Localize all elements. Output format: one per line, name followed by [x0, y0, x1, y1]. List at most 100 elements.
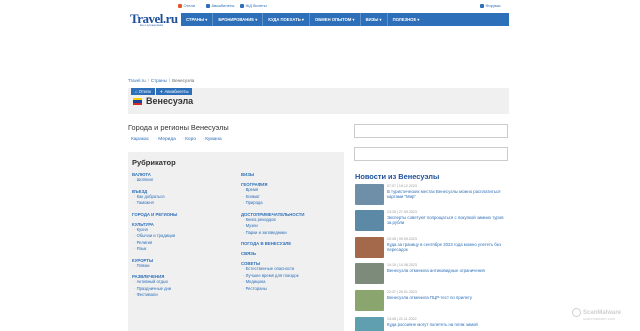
venezuela-flag-icon [133, 98, 142, 105]
breadcrumb-home[interactable]: Travel.ru [128, 78, 146, 83]
news-item[interactable]: 13:45 | 21.11.2022 Куда россияне могут по… [355, 317, 509, 331]
rubricator-link[interactable]: Пляжи [132, 263, 177, 270]
rubricator-heading[interactable]: СВЯЗЬ [241, 251, 304, 256]
rubricator-link[interactable]: Рестораны [241, 286, 304, 293]
breadcrumb: Travel.ru / Страны / Венесуэла [128, 78, 195, 83]
news-date: 13:45 | 21.11.2022 [387, 317, 417, 321]
rubricator-section: КУРОРТЫПляжи [132, 258, 177, 270]
rubricator-heading[interactable]: ДОСТОПРИМЕЧАТЕЛЬНОСТИ [241, 212, 304, 217]
rubricator-section: ГОРОДА И РЕГИОНЫ [132, 212, 177, 217]
region-link[interactable]: Каракас [131, 137, 149, 142]
news-date: 07:07 | 18.12.2023 [387, 184, 417, 188]
news-date: 13:35 | 27.09.2023 [387, 210, 417, 214]
news-headline[interactable]: Эксперты советуют попрощаться с покупкой… [387, 215, 509, 226]
rubricator-link[interactable]: Язык [132, 246, 177, 253]
top-link-avia[interactable]: Авиабилеты [206, 3, 234, 8]
news-thumbnail[interactable] [355, 210, 384, 231]
logo-tagline: все о путешествиях [140, 23, 163, 27]
rubricator-heading[interactable]: ПОГОДА В ВЕНЕСУЭЛЕ [241, 241, 304, 246]
country-panel: ⌂ Отели ✈ Авиабилеты Венесуэла [128, 88, 509, 114]
news-headline[interactable]: Венесуэла отменила антиковидные ограниче… [387, 268, 509, 273]
nav-item-countries[interactable]: СТРАНЫ ▾ [181, 13, 214, 26]
rubricator-section: КУЛЬТУРАКухняОбычаи и традицииРелигияЯзы… [132, 222, 177, 253]
watermark-text: ScanMalware [583, 309, 622, 316]
rubricator-heading[interactable]: ГОРОДА И РЕГИОНЫ [132, 212, 177, 217]
nav-item-useful[interactable]: ПОЛЕЗНОЕ ▾ [388, 13, 425, 26]
region-link[interactable]: Мерида [158, 137, 176, 142]
region-link[interactable]: Коро [185, 137, 196, 142]
watermark-subtext: scanmalware.com [583, 316, 616, 321]
scanmalware-logo-icon [572, 308, 581, 317]
forum-icon [480, 3, 484, 8]
tab-hotels[interactable]: ⌂ Отели [131, 88, 155, 95]
breadcrumb-countries[interactable]: Страны [151, 78, 167, 83]
news-item[interactable]: 07:07 | 18.12.2023 В туристических местах… [355, 184, 509, 208]
news-item[interactable]: 20:45 | 09.09.2023 Куда за границу в сент… [355, 237, 509, 261]
rubricator-link[interactable]: Природа [241, 200, 304, 207]
rubricator-section: ДОСТОПРИМЕЧАТЕЛЬНОСТИКнига рекордовМузеи… [241, 212, 304, 237]
top-link-hotels[interactable]: Отели [178, 3, 195, 8]
rubricator-right-column: ВИЗЫ ГЕОГРАФИЯВремяКлиматПрирода ДОСТОПРИМ… [241, 172, 304, 297]
news-headline[interactable]: Куда россияне могут полететь на пляж зим… [387, 322, 509, 327]
rubricator-link[interactable]: Парки и заповедники [241, 230, 304, 237]
nav-item-experience[interactable]: ОБМЕН ОПЫТОМ ▾ [310, 13, 361, 26]
sidebar-box-1 [354, 124, 508, 138]
rubricator-heading[interactable]: ВИЗЫ [241, 172, 304, 177]
news-thumbnail[interactable] [355, 263, 384, 284]
news-date: 20:45 | 09.09.2023 [387, 237, 417, 241]
rubricator-section: ПОГОДА В ВЕНЕСУЭЛЕ [241, 241, 304, 246]
rubricator-section: СВЯЗЬ [241, 251, 304, 256]
top-bar: Отели Авиабилеты ЖД билеты Форумы [0, 0, 640, 10]
top-link-forums[interactable]: Форумы [480, 3, 501, 8]
site-logo[interactable]: Travel.ru все о путешествиях [128, 11, 181, 28]
rubricator-section: РАЗВЛЕЧЕНИЯАктивный отдыхПраздничные дни… [132, 274, 177, 299]
regions-title: Города и регионы Венесуэлы [128, 123, 229, 132]
ad-space [128, 32, 509, 70]
nav-item-visas[interactable]: ВИЗЫ ▾ [361, 13, 388, 26]
rubricator-section: ВИЗЫ [241, 172, 304, 177]
tab-flights[interactable]: ✈ Авиабилеты [155, 88, 193, 95]
rubricator-link[interactable]: Фестивали [132, 292, 177, 299]
news-title: Новости из Венесуэлы [355, 172, 440, 181]
top-link-label: Авиабилеты [211, 3, 235, 8]
news-thumbnail[interactable] [355, 290, 384, 311]
region-link[interactable]: Кумана [205, 137, 221, 142]
news-thumbnail[interactable] [355, 184, 384, 205]
rubricator-section: ГЕОГРАФИЯВремяКлиматПрирода [241, 182, 304, 207]
news-item[interactable]: 14:10 | 10.08.2023 Венесуэла отменила ант… [355, 263, 509, 287]
train-icon [240, 3, 244, 8]
news-headline[interactable]: Куда за границу в сентябре 2023 года мож… [387, 242, 509, 253]
news-date: 14:10 | 10.08.2023 [387, 263, 417, 267]
rubricator-section: ВАЛЮТАШоппинг [132, 172, 177, 184]
site-header: Travel.ru все о путешествиях СТРАНЫ ▾ БР… [128, 11, 509, 28]
rubricator-link[interactable]: Шоппинг [132, 177, 177, 184]
rubricator-title: Рубрикатор [132, 158, 176, 167]
rubricator-left-column: ВАЛЮТАШоппинг ВЪЕЗДКак добратьсяТаможня ГО… [132, 172, 177, 304]
nav-item-booking[interactable]: БРОНИРОВАНИЕ ▾ [213, 13, 264, 26]
news-date: 22:37 | 26.01.2023 [387, 290, 417, 294]
top-link-label: ЖД билеты [245, 3, 267, 8]
news-headline[interactable]: В туристических местах Венесуэлы можно р… [387, 189, 509, 200]
news-headline[interactable]: Венесуэла отменила ПЦР-тест по прилету [387, 295, 509, 300]
top-link-rail[interactable]: ЖД билеты [240, 3, 267, 8]
breadcrumb-current: Венесуэла [172, 78, 195, 83]
plane-icon [206, 3, 210, 8]
regions-list: · Каракас · Мерида · Коро · Кумана [128, 137, 222, 142]
main-nav: СТРАНЫ ▾ БРОНИРОВАНИЕ ▾ КУДА ПОЕХАТЬ ▾ О… [181, 13, 509, 26]
rubricator-link[interactable]: Таможня [132, 200, 177, 207]
news-thumbnail[interactable] [355, 237, 384, 258]
news-thumbnail[interactable] [355, 317, 384, 331]
rubricator-section: ВЪЕЗДКак добратьсяТаможня [132, 189, 177, 207]
page-title: Венесуэла [146, 96, 194, 106]
news-item[interactable]: 13:35 | 27.09.2023 Эксперты советуют попр… [355, 210, 509, 234]
top-link-label: Форумы [485, 3, 501, 8]
sidebar-box-2 [354, 147, 508, 161]
rubricator-section: СОВЕТЫЕстественные опасностиЛучшее время… [241, 261, 304, 292]
nav-item-where-to-go[interactable]: КУДА ПОЕХАТЬ ▾ [263, 13, 311, 26]
news-item[interactable]: 22:37 | 26.01.2023 Венесуэла отменила ПЦР… [355, 290, 509, 314]
rubricator-link[interactable]: Обычаи и традиции [132, 233, 177, 240]
top-link-label: Отели [183, 3, 196, 8]
rubricator: Рубрикатор ВАЛЮТАШоппинг ВЪЕЗДКак добрать… [128, 152, 344, 331]
hotel-icon [178, 3, 182, 8]
watermark: ScanMalware scanmalware.com [572, 308, 622, 321]
